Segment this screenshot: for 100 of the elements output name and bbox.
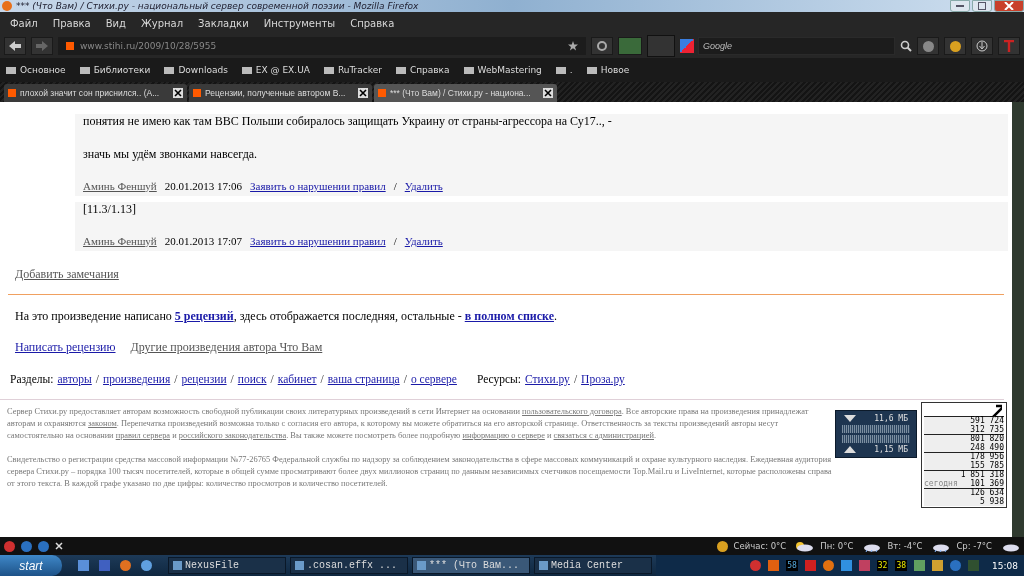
bookmark[interactable]: Справка: [395, 65, 450, 75]
comment-date: 20.01.2013 17:06: [164, 180, 243, 192]
separator-text: /: [174, 373, 178, 385]
separator-text: /: [393, 235, 397, 247]
minimize-button[interactable]: [950, 0, 970, 12]
browser-tab[interactable]: *** (Что Вам) / Стихи.ру - национа...: [374, 84, 557, 102]
delete-link[interactable]: Удалить: [404, 180, 443, 192]
menu-item[interactable]: Закладки: [198, 17, 249, 29]
separator-text: /: [573, 373, 578, 385]
address-bar[interactable]: www.stihi.ru/2009/10/28/5955: [58, 37, 586, 55]
delete-link[interactable]: Удалить: [404, 235, 443, 247]
resource-link[interactable]: Проза.ру: [581, 373, 625, 385]
start-button[interactable]: start: [0, 555, 62, 576]
section-link[interactable]: поиск: [237, 373, 267, 385]
forward-button[interactable]: [31, 37, 53, 55]
footer-link[interactable]: правил сервера: [115, 431, 171, 440]
back-button[interactable]: [4, 37, 26, 55]
section-link[interactable]: кабинет: [277, 373, 317, 385]
counter-value: 591 724 312 735: [969, 417, 1004, 434]
tray-number[interactable]: 38: [895, 560, 908, 571]
reviews-link[interactable]: 5 рецензий: [174, 309, 234, 323]
separator-text: /: [95, 373, 99, 385]
upload-amount: 1,15 МБ: [874, 445, 908, 454]
close-button[interactable]: [994, 0, 1024, 12]
write-review-link[interactable]: Написать рецензию: [15, 340, 116, 355]
tray-number[interactable]: 58: [786, 560, 798, 571]
up-triangle-icon: [844, 446, 856, 453]
close-tab-icon[interactable]: [358, 88, 368, 98]
scrollbar[interactable]: [1012, 102, 1024, 537]
reload-button[interactable]: [591, 37, 613, 55]
comment-text: понятия не имею как там ВВС Польши собиралось защищать Украину от страны-агрессора на Су17.., -: [83, 114, 613, 129]
counter-value: 126 634 5 938: [969, 489, 1004, 506]
close-tab-icon[interactable]: [173, 88, 183, 98]
close-tab-icon[interactable]: [543, 88, 553, 98]
bookmark[interactable]: EX @ EX.UA: [241, 65, 310, 75]
comment-text: значь мы удём звонками навсегда.: [83, 147, 259, 162]
menu-item[interactable]: Правка: [52, 17, 91, 29]
author-link[interactable]: Аминь Феншуй: [83, 180, 157, 192]
bookmark[interactable]: Основное: [6, 65, 66, 75]
section-link[interactable]: о сервере: [410, 373, 457, 385]
tool-icon[interactable]: [998, 37, 1020, 55]
reload-icon[interactable]: [596, 40, 608, 52]
reviews-sentence: На это произведение написано 5 рецензий, здесь отображается последняя, остальные - в полном списке.: [15, 309, 558, 324]
section-link[interactable]: авторы: [57, 373, 92, 385]
close-icon[interactable]: [55, 542, 63, 550]
report-link[interactable]: Заявить о нарушении правил: [250, 235, 386, 247]
menu-item[interactable]: Файл: [10, 17, 38, 29]
section-link[interactable]: произведения: [103, 373, 171, 385]
menu-item[interactable]: Справка: [350, 17, 395, 29]
weather-text: Сейчас: 0°C: [733, 541, 787, 551]
taskbar-button[interactable]: NexusFile: [168, 557, 286, 574]
bookmark[interactable]: Downloads: [164, 65, 228, 75]
taskbar-button[interactable]: Media Center: [534, 557, 652, 574]
bookmark[interactable]: .: [555, 65, 573, 75]
footer-link[interactable]: связаться с администрацией: [553, 431, 654, 440]
sections-label: Разделы:: [10, 373, 54, 385]
section-link[interactable]: рецензии: [181, 373, 227, 385]
download-amount: 11,6 МБ: [874, 414, 908, 423]
footer-link[interactable]: информацию о сервере: [462, 431, 545, 440]
browser-tab[interactable]: плохой значит сон приснился.. (А...: [4, 84, 187, 102]
search-field[interactable]: Google: [698, 37, 895, 55]
resource-link[interactable]: Стихи.ру: [525, 373, 570, 385]
menu-item[interactable]: Инструменты: [263, 17, 336, 29]
traffic-bar: [842, 435, 910, 443]
separator-text: /: [270, 373, 274, 385]
add-note-link[interactable]: Добавить замечания: [15, 267, 119, 282]
counter-value: 1 851 318 101 369: [959, 471, 1004, 488]
bookmark[interactable]: WebMastering: [463, 65, 542, 75]
bookmark[interactable]: Новое: [586, 65, 630, 75]
bookmark[interactable]: RuTracker: [323, 65, 382, 75]
back-arrow-icon[interactable]: [9, 41, 21, 51]
taskbar-button[interactable]: .cosan.effx ...: [290, 557, 408, 574]
maximize-button[interactable]: [972, 0, 992, 12]
site-icon: [66, 42, 74, 50]
separator-text: /: [320, 373, 324, 385]
star-icon[interactable]: [568, 41, 578, 51]
comment-date: 20.01.2013 17:07: [164, 235, 243, 247]
down-triangle-icon: [844, 415, 856, 422]
footer-paragraph: Свидетельство о регистрации средства массовой информации №77-26765 Федеральной службы по надзору за соблюдением законодательства в сфере массовых коммуникаций и охране культурного наследия. Ежедневная аудитория сервера Стихи.ру – порядка 100 тысяч посетителей, которые в общей сумме просматривают более двух миллионов страниц по данным независимых счетчиков посещаемости Top.Mail.ru и LiveInternet, которые расположены справа от этого текста. В каждой графе указано по две цифры: количество просмотров и количество посетителей.: [7, 454, 833, 490]
traffic-bar: [842, 425, 910, 433]
section-link[interactable]: ваша страница: [327, 373, 400, 385]
menu-item[interactable]: Вид: [105, 17, 126, 29]
resources-label: Ресурсы:: [476, 373, 522, 385]
bookmark[interactable]: Библиотеки: [79, 65, 151, 75]
taskbar-button[interactable]: *** (Что Вам...: [412, 557, 530, 574]
browser-tab[interactable]: Рецензии, полученные автором В...: [189, 84, 372, 102]
download-icon[interactable]: [971, 37, 993, 55]
weather-text: Ср: -7°C: [956, 541, 992, 551]
separator-text: /: [230, 373, 234, 385]
counter-label: сегодня: [924, 479, 958, 488]
download-arrow-icon[interactable]: [976, 40, 988, 52]
tray-number[interactable]: 32: [876, 560, 889, 571]
reviews-link[interactable]: в полном списке: [464, 309, 554, 323]
author-link[interactable]: Аминь Феншуй: [83, 235, 157, 247]
report-link[interactable]: Заявить о нарушении правил: [250, 180, 386, 192]
clock: 15:08: [992, 560, 1018, 571]
menu-item[interactable]: Журнал: [141, 17, 184, 29]
search-icon[interactable]: [900, 40, 912, 52]
other-works-link[interactable]: Другие произведения автора Что Вам: [130, 340, 323, 355]
weather-text: Пн: 0°C: [820, 541, 854, 551]
